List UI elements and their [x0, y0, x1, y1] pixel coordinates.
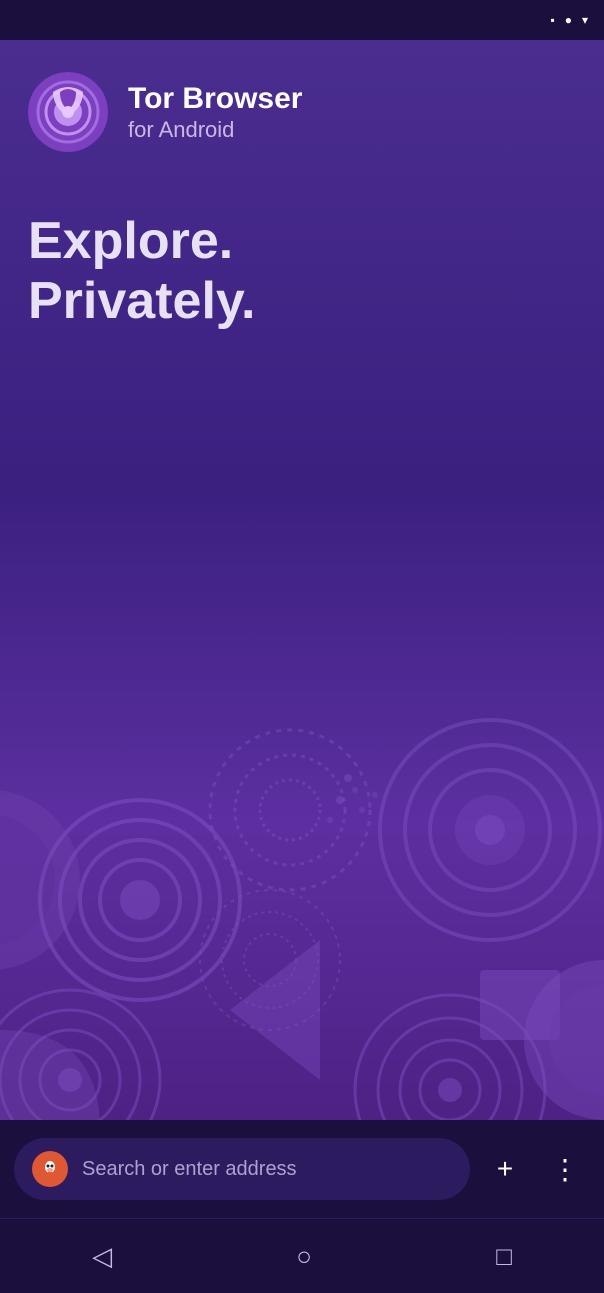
header-text: Tor Browser for Android: [128, 81, 302, 143]
search-placeholder: Search or enter address: [82, 1158, 297, 1181]
app-subtitle: for Android: [128, 117, 302, 143]
decorative-pattern: [0, 680, 604, 1160]
home-button[interactable]: ○: [296, 1241, 312, 1272]
tagline-text: Explore. Privately.: [28, 212, 576, 332]
android-nav-bar: ◁ ○ □: [0, 1218, 604, 1293]
circle-icon: ●: [565, 13, 572, 27]
back-button[interactable]: ◁: [92, 1241, 112, 1272]
recents-button[interactable]: □: [496, 1241, 512, 1272]
tor-logo: [28, 72, 108, 152]
more-options-button[interactable]: ⋮: [540, 1144, 590, 1194]
add-tab-button[interactable]: +: [480, 1144, 530, 1194]
tagline-line2: Privately.: [28, 272, 255, 330]
duckduckgo-icon: [32, 1151, 68, 1187]
search-box[interactable]: Search or enter address: [14, 1138, 470, 1200]
tagline-line1: Explore.: [28, 212, 233, 270]
wifi-icon: ▾: [582, 13, 588, 27]
app-title: Tor Browser: [128, 81, 302, 117]
bottom-bar: Search or enter address + ⋮ ◁ ○ □: [0, 1120, 604, 1275]
status-bar: ▪ ● ▾: [0, 0, 604, 40]
main-content: Tor Browser for Android Explore. Private…: [0, 40, 604, 1160]
tagline-section: Explore. Privately.: [0, 172, 604, 332]
search-row: Search or enter address + ⋮: [0, 1120, 604, 1218]
app-header: Tor Browser for Android: [0, 40, 604, 172]
stop-icon: ▪: [550, 13, 554, 27]
